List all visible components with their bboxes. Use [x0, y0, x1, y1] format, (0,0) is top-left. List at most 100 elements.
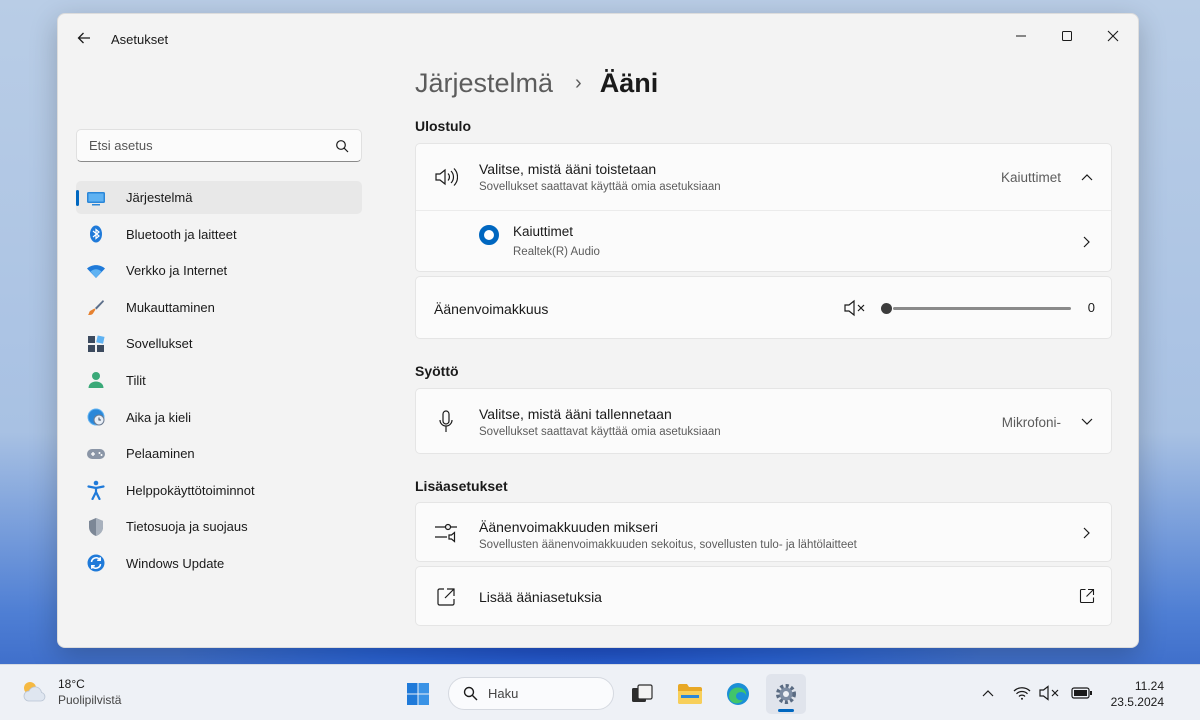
- search-icon: [463, 686, 478, 701]
- clock[interactable]: 11.24 23.5.2024: [1111, 678, 1164, 710]
- section-title-output: Ulostulo: [415, 118, 471, 134]
- chevron-down-icon[interactable]: [1079, 414, 1095, 430]
- page-title: Ääni: [599, 68, 659, 98]
- output-device-card: Valitse, mistä ääni toistetaan Sovelluks…: [415, 143, 1112, 272]
- device-radio-selected[interactable]: [479, 225, 499, 245]
- back-button[interactable]: [74, 28, 94, 48]
- sidebar-item-label: Bluetooth ja laitteet: [126, 226, 237, 242]
- apps-icon: [86, 334, 106, 354]
- folder-icon: [678, 684, 702, 704]
- sidebar-item-accessibility[interactable]: Helppokäyttötoiminnot: [76, 474, 362, 507]
- chevron-up-icon: [982, 690, 994, 697]
- output-device-selector[interactable]: Valitse, mistä ääni toistetaan Sovelluks…: [416, 144, 1111, 210]
- weather-description: Puolipilvistä: [58, 693, 122, 707]
- sidebar-item-network[interactable]: Verkko ja Internet: [76, 254, 362, 287]
- sidebar-item-label: Tietosuoja ja suojaus: [126, 519, 248, 535]
- more-sound-settings-card[interactable]: Lisää ääniasetuksia: [415, 566, 1112, 626]
- accessibility-icon: [86, 480, 106, 501]
- volume-tray-button[interactable]: [1038, 681, 1062, 705]
- start-button[interactable]: [398, 674, 438, 714]
- minimize-button[interactable]: [998, 22, 1044, 50]
- settings-search[interactable]: [76, 129, 362, 162]
- sidebar-item-label: Helppokäyttötoiminnot: [126, 482, 255, 498]
- speaker-icon: [434, 165, 458, 189]
- sidebar-item-personalization[interactable]: Mukauttaminen: [76, 291, 362, 324]
- sidebar-item-apps[interactable]: Sovellukset: [76, 327, 362, 360]
- section-title-advanced: Lisäasetukset: [415, 478, 508, 494]
- sidebar-item-label: Windows Update: [126, 555, 225, 571]
- output-choose-title: Valitse, mistä ääni toistetaan: [479, 161, 657, 177]
- volume-slider-thumb[interactable]: [881, 303, 892, 314]
- sidebar-item-label: Verkko ja Internet: [126, 263, 228, 279]
- maximize-icon: [1062, 31, 1072, 41]
- close-icon: [1107, 30, 1119, 42]
- sidebar-item-label: Pelaaminen: [126, 446, 195, 462]
- sidebar-item-system[interactable]: Järjestelmä: [76, 181, 362, 214]
- show-hidden-icons-button[interactable]: [976, 681, 1000, 705]
- volume-value: 0: [1087, 300, 1095, 315]
- mixer-icon: [434, 521, 458, 545]
- account-icon: [86, 370, 106, 390]
- edge-browser-button[interactable]: [718, 674, 758, 714]
- sidebar-item-windows-update[interactable]: Windows Update: [76, 547, 362, 580]
- open-external-icon: [434, 585, 458, 609]
- sidebar-item-bluetooth[interactable]: Bluetooth ja laitteet: [76, 218, 362, 251]
- sidebar-item-time-language[interactable]: Aika ja kieli: [76, 401, 362, 434]
- sidebar-item-privacy[interactable]: Tietosuoja ja suojaus: [76, 510, 362, 543]
- chevron-right-icon[interactable]: [1079, 525, 1095, 541]
- shield-icon: [86, 517, 106, 537]
- gamepad-icon: [86, 444, 106, 464]
- volume-slider[interactable]: [881, 303, 1071, 314]
- wifi-icon: [86, 261, 106, 281]
- sidebar-item-label: Aika ja kieli: [126, 409, 192, 425]
- device-name: Kaiuttimet: [513, 224, 574, 239]
- volume-mixer-card[interactable]: Äänenvoimakkuuden mikseri Sovellusten ää…: [415, 502, 1112, 562]
- sidebar-item-label: Järjestelmä: [126, 190, 193, 205]
- globe-clock-icon: [86, 407, 106, 427]
- maximize-button[interactable]: [1044, 22, 1090, 50]
- close-button[interactable]: [1090, 22, 1136, 50]
- output-device-item[interactable]: Kaiuttimet Realtek(R) Audio: [416, 211, 1111, 273]
- input-choose-subtitle: Sovellukset saattavat käyttää omia asetu…: [479, 426, 721, 438]
- input-device-card: Valitse, mistä ääni tallennetaan Sovellu…: [415, 388, 1112, 454]
- settings-app-button[interactable]: [766, 674, 806, 714]
- input-device-selector[interactable]: Valitse, mistä ääni tallennetaan Sovellu…: [416, 389, 1111, 455]
- mixer-title: Äänenvoimakkuuden mikseri: [479, 519, 658, 535]
- taskbar-search-label: Haku: [488, 686, 519, 701]
- mute-button[interactable]: [843, 296, 869, 320]
- settings-window: Asetukset Järjestelmä Bluetooth ja laitt…: [57, 13, 1139, 648]
- network-tray-button[interactable]: [1010, 681, 1034, 705]
- search-input[interactable]: [89, 138, 335, 153]
- edge-icon: [727, 683, 749, 705]
- minimize-icon: [1016, 35, 1026, 37]
- task-view-button[interactable]: [622, 674, 662, 714]
- task-view-icon: [632, 684, 653, 702]
- title-bar: Asetukset: [58, 14, 1138, 58]
- external-link-icon[interactable]: [1079, 588, 1095, 604]
- chevron-right-icon[interactable]: [1079, 234, 1095, 250]
- search-icon: [336, 139, 349, 152]
- sidebar-nav: Järjestelmä Bluetooth ja laitteet Verkko…: [76, 181, 362, 584]
- breadcrumb-parent[interactable]: Järjestelmä: [415, 68, 553, 99]
- chevron-up-icon[interactable]: [1079, 169, 1095, 185]
- selected-output-device: Kaiuttimet: [1000, 169, 1061, 185]
- volume-card: Äänenvoimakkuus 0: [415, 276, 1112, 339]
- speaker-muted-icon: [1039, 685, 1059, 701]
- taskbar-search[interactable]: Haku: [448, 677, 614, 710]
- file-explorer-button[interactable]: [670, 674, 710, 714]
- weather-widget[interactable]: 18°C Puolipilvistä: [20, 677, 121, 707]
- battery-icon: [1071, 687, 1092, 699]
- system-icon: [86, 188, 106, 208]
- breadcrumb-separator: ›: [575, 72, 582, 94]
- microphone-icon: [434, 410, 458, 434]
- sidebar-item-gaming[interactable]: Pelaaminen: [76, 437, 362, 470]
- battery-tray-button[interactable]: [1070, 681, 1094, 705]
- output-choose-subtitle: Sovellukset saattavat käyttää omia asetu…: [479, 181, 721, 193]
- sidebar-item-accounts[interactable]: Tilit: [76, 364, 362, 397]
- clock-time: 11.24: [1134, 679, 1164, 693]
- speaker-muted-icon: [844, 299, 865, 317]
- arrow-left-icon: [77, 32, 90, 44]
- device-description: Realtek(R) Audio: [513, 246, 600, 258]
- weather-temperature: 18°C: [58, 677, 85, 691]
- taskbar: 18°C Puolipilvistä Haku 11.24 23.5.2024: [0, 664, 1200, 720]
